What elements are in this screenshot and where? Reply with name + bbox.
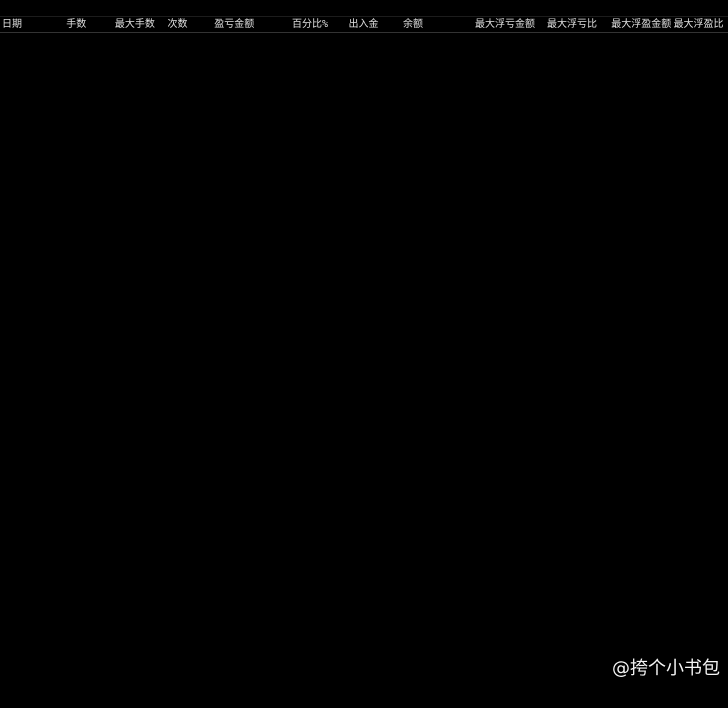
column-header[interactable]: 手数 [64,17,113,32]
watermark: @挎个小书包 [612,658,720,679]
column-header[interactable]: 最大浮亏比 [545,17,609,32]
column-header[interactable]: 最大手数 [113,17,166,32]
column-header[interactable]: 余额 [401,17,473,32]
column-header[interactable]: 百分比% [290,17,346,32]
column-header[interactable]: 最大浮亏金额 [473,17,545,32]
column-header[interactable]: 次数 [165,17,212,32]
statistics-table: 日期 手数 最大手数 次数 盈亏金额 百分比% 出入金 余额 最大浮亏金额 最大浮亏比 最大浮盈金额… [0,17,728,46]
table-header: 日期 手数 最大手数 次数 盈亏金额 百分比% 出入金 余额 最大浮亏金额 最大浮亏比 最大浮盈金额… [0,17,728,32]
column-header[interactable]: 出入金 [347,17,402,32]
summary-row [0,32,728,46]
column-header[interactable]: 盈亏金额 [212,17,290,32]
column-header[interactable]: 日期 [0,17,64,32]
column-header[interactable]: 最大浮盈比 [672,17,728,32]
column-header[interactable]: 最大浮盈金额 [609,17,671,32]
view-tabs [0,0,728,17]
